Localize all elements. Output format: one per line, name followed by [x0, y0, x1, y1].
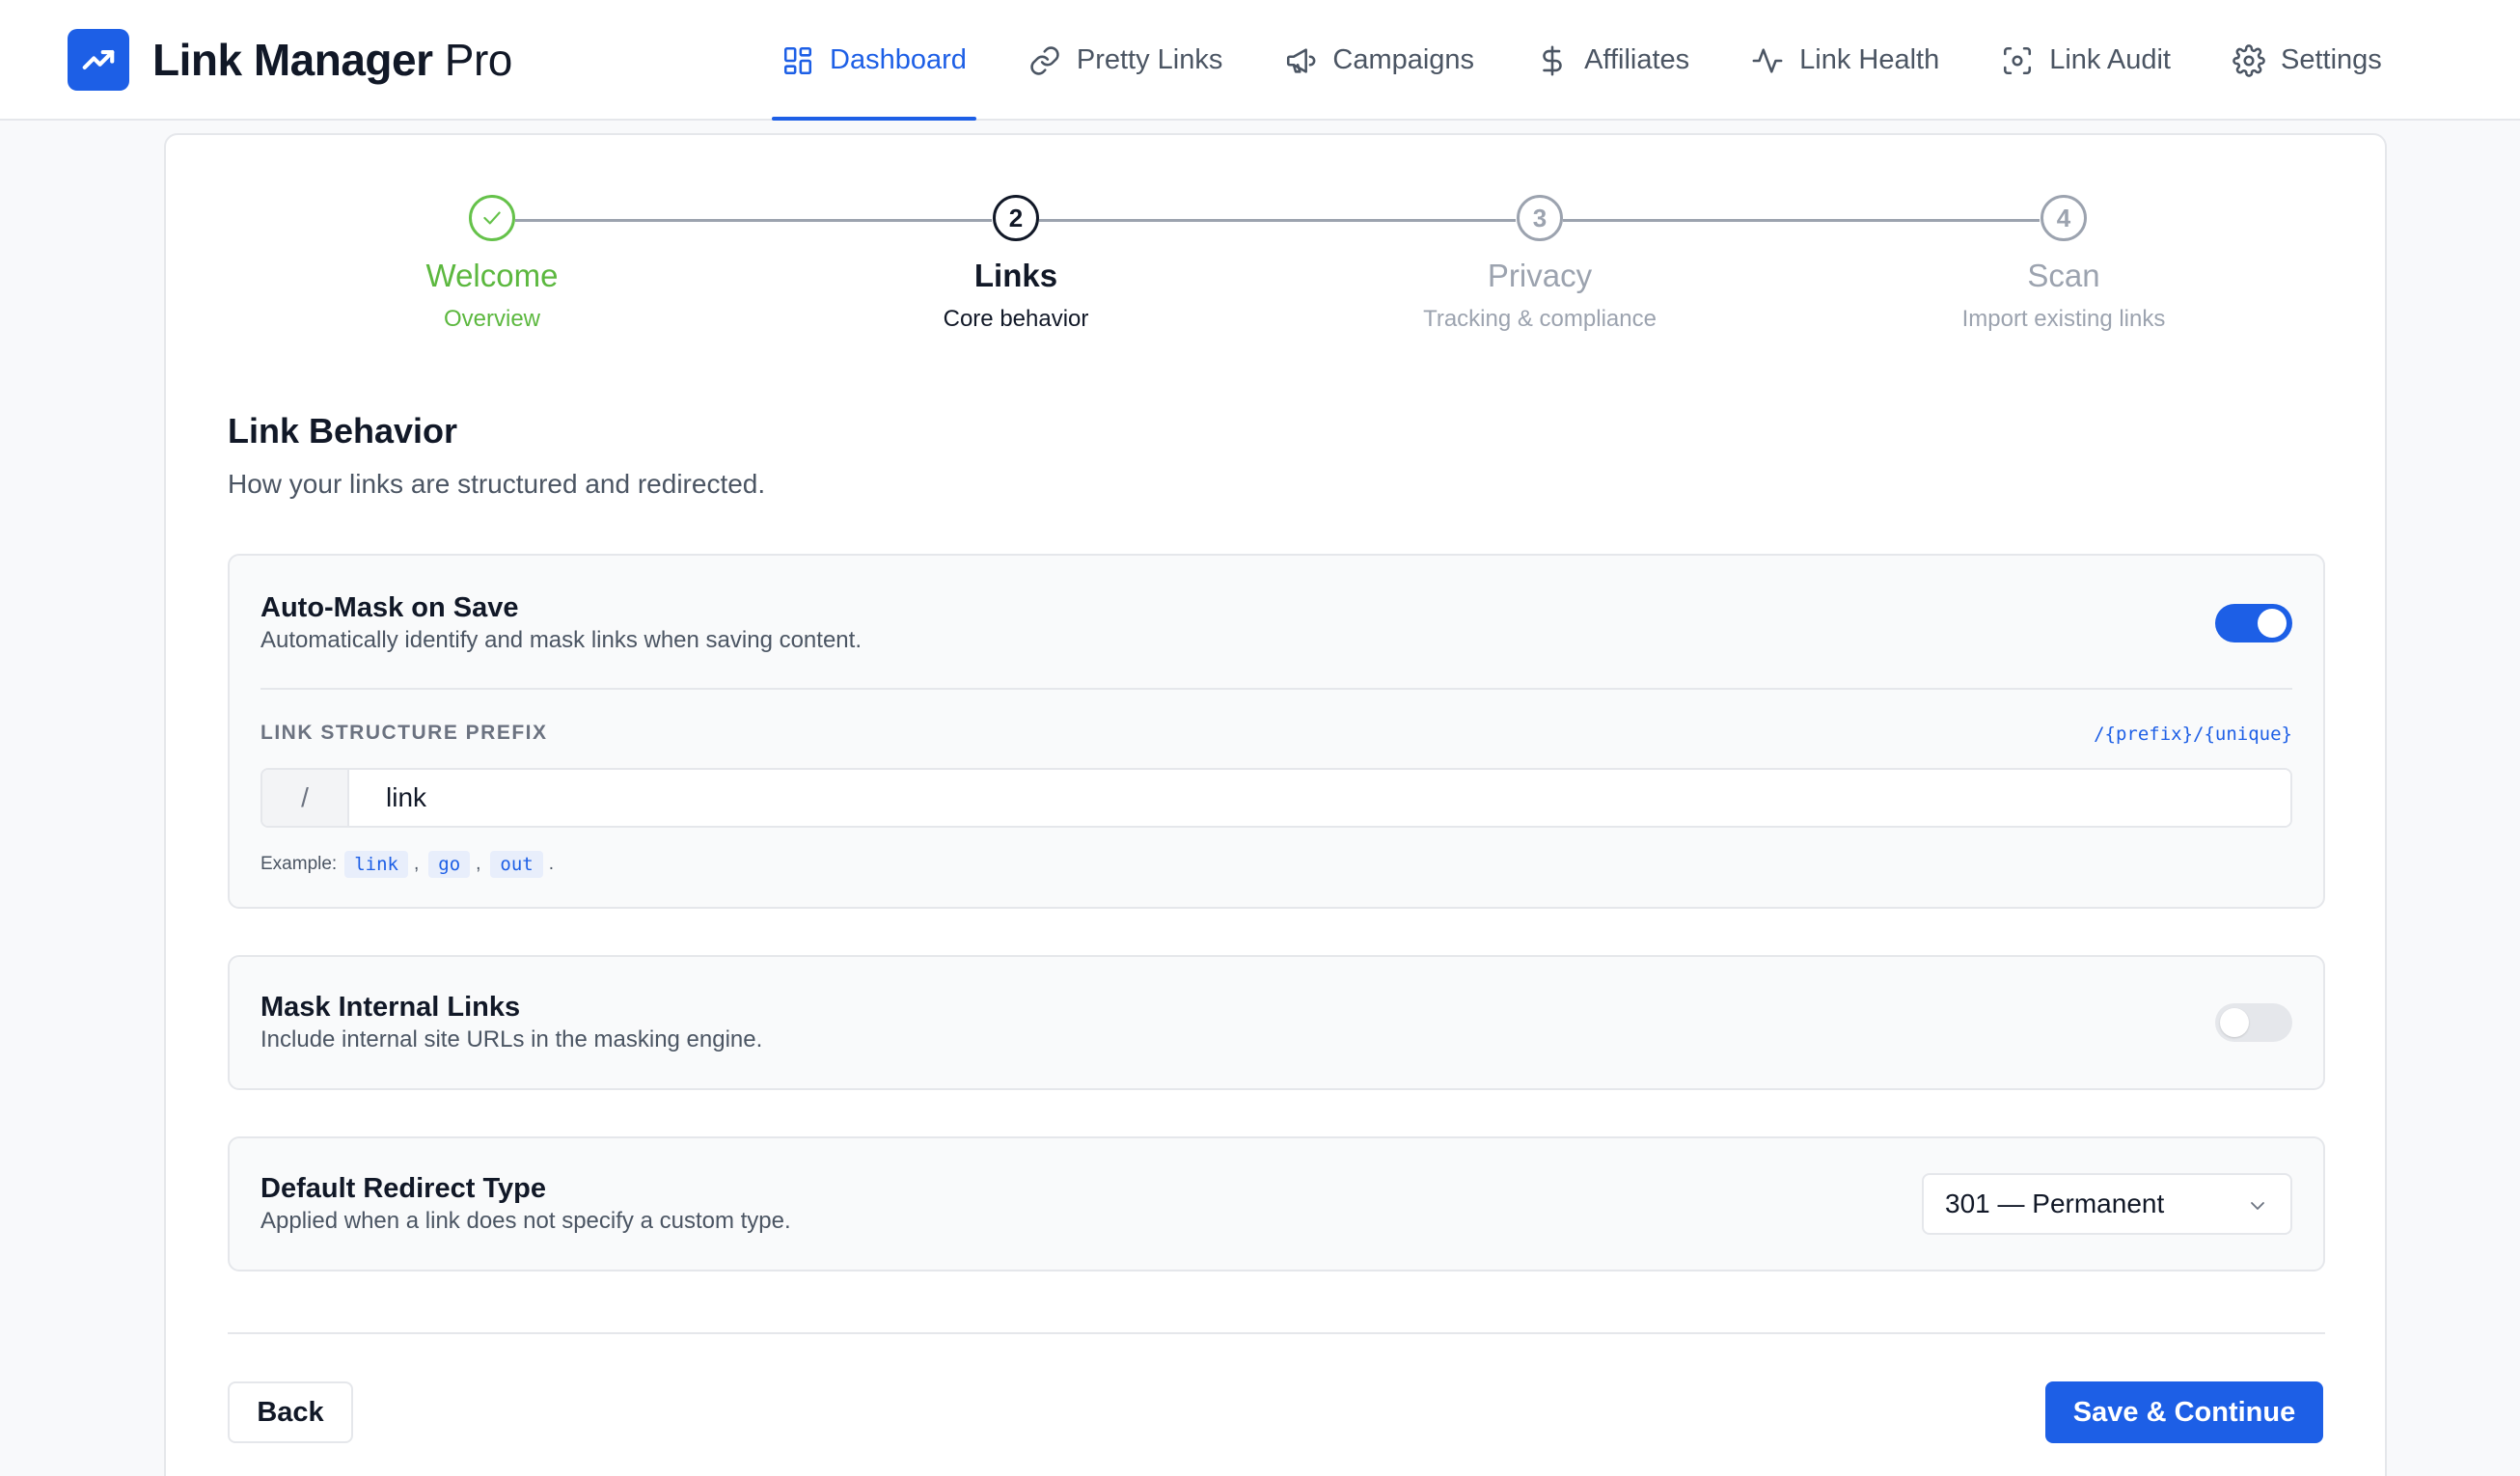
mask-internal-description: Include internal site URLs in the maskin…	[260, 1026, 763, 1052]
gear-icon	[2232, 43, 2265, 77]
auto-mask-toggle[interactable]	[2215, 604, 2292, 642]
save-continue-button[interactable]: Save & Continue	[2045, 1381, 2323, 1443]
nav-label: Settings	[2281, 44, 2382, 75]
step-indicator: 3	[1517, 195, 1563, 241]
prefix-slash: /	[262, 770, 349, 826]
nav-item-dashboard[interactable]: Dashboard	[772, 0, 976, 121]
nav-item-settings[interactable]: Settings	[2223, 0, 2392, 121]
scan-icon	[2004, 46, 2032, 74]
grid-icon	[783, 46, 812, 74]
divider	[260, 688, 2292, 690]
step-subtitle: Import existing links	[1961, 306, 2166, 332]
step-indicator: 2	[993, 195, 1039, 241]
nav-label: Campaigns	[1332, 44, 1475, 75]
nav-label: Link Audit	[2049, 44, 2171, 75]
prefix-input[interactable]	[349, 770, 2290, 826]
step-subtitle: Tracking & compliance	[1423, 306, 1657, 332]
nav-label: Pretty Links	[1076, 44, 1223, 75]
redirect-type-description: Applied when a link does not specify a c…	[260, 1208, 791, 1234]
main-nav: Dashboard Pretty Links Campaigns Affilia…	[772, 0, 2434, 121]
prefix-pattern-hint: /{prefix}/{unique}	[2094, 724, 2292, 745]
mask-internal-panel: Mask Internal Links Include internal sit…	[228, 955, 2325, 1090]
step-indicator: 4	[2041, 195, 2087, 241]
section-description: How your links are structured and redire…	[228, 469, 766, 499]
auto-mask-panel: Auto-Mask on Save Automatically identify…	[228, 554, 2325, 909]
step-scan[interactable]: 4 Scan Import existing links	[1871, 195, 2257, 336]
toggle-knob	[2258, 609, 2287, 638]
redirect-type-title: Default Redirect Type	[260, 1173, 546, 1204]
step-title: Scan	[2027, 258, 2100, 293]
trending-up-icon	[82, 50, 115, 69]
nav-label: Dashboard	[830, 44, 967, 75]
step-title: Links	[973, 258, 1058, 293]
prefix-field-label: LINK STRUCTURE PREFIX	[260, 722, 548, 744]
step-indicator	[469, 195, 515, 241]
auto-mask-description: Automatically identify and mask links wh…	[260, 627, 862, 653]
app-title-light: Pro	[444, 35, 513, 85]
example-code: go	[428, 851, 471, 878]
step-welcome[interactable]: Welcome Overview	[299, 195, 685, 336]
nav-label: Affiliates	[1584, 44, 1690, 75]
redirect-type-select[interactable]: 301 — Permanent	[1922, 1173, 2292, 1235]
dollar-icon	[1543, 45, 1562, 75]
step-title: Privacy	[1487, 258, 1593, 293]
redirect-type-panel: Default Redirect Type Applied when a lin…	[228, 1136, 2325, 1271]
megaphone-icon	[1287, 47, 1316, 73]
app-logo[interactable]	[68, 29, 129, 91]
setup-wizard-card: Welcome Overview 2 Links Core behavior 3…	[164, 133, 2387, 1476]
back-button[interactable]: Back	[228, 1381, 353, 1443]
nav-label: Link Health	[1799, 44, 1940, 75]
step-privacy[interactable]: 3 Privacy Tracking & compliance	[1347, 195, 1733, 336]
auto-mask-title: Auto-Mask on Save	[260, 592, 519, 623]
mask-internal-title: Mask Internal Links	[260, 992, 521, 1023]
mask-internal-toggle[interactable]	[2215, 1003, 2292, 1042]
app-title: Link Manager Pro	[152, 31, 512, 89]
app-title-bold: Link Manager	[152, 35, 433, 85]
nav-item-pretty-links[interactable]: Pretty Links	[1019, 0, 1233, 121]
prefix-examples: Example: link, go, out .	[260, 851, 554, 878]
toggle-knob	[2220, 1008, 2249, 1037]
example-code: link	[344, 851, 408, 878]
top-bar: Link Manager Pro Dashboard Pretty Links …	[0, 0, 2520, 121]
examples-end: .	[548, 854, 555, 874]
activity-icon	[1752, 47, 1783, 73]
example-code: out	[490, 851, 543, 878]
section-title: Link Behavior	[228, 411, 458, 451]
step-subtitle: Core behavior	[943, 306, 1089, 332]
check-icon	[483, 211, 501, 225]
step-subtitle: Overview	[443, 306, 541, 332]
step-title: Welcome	[425, 258, 559, 293]
redirect-type-value: 301 — Permanent	[1945, 1189, 2165, 1218]
link-icon	[1030, 45, 1059, 75]
nav-item-link-health[interactable]: Link Health	[1741, 0, 1949, 121]
nav-item-affiliates[interactable]: Affiliates	[1526, 0, 1699, 121]
nav-item-campaigns[interactable]: Campaigns	[1274, 0, 1484, 121]
chevron-down-icon	[2251, 1202, 2264, 1210]
examples-label: Example:	[260, 854, 338, 874]
nav-item-link-audit[interactable]: Link Audit	[1991, 0, 2180, 121]
step-links[interactable]: 2 Links Core behavior	[823, 195, 1209, 336]
prefix-input-group: /	[260, 768, 2292, 828]
footer-divider	[228, 1332, 2325, 1334]
